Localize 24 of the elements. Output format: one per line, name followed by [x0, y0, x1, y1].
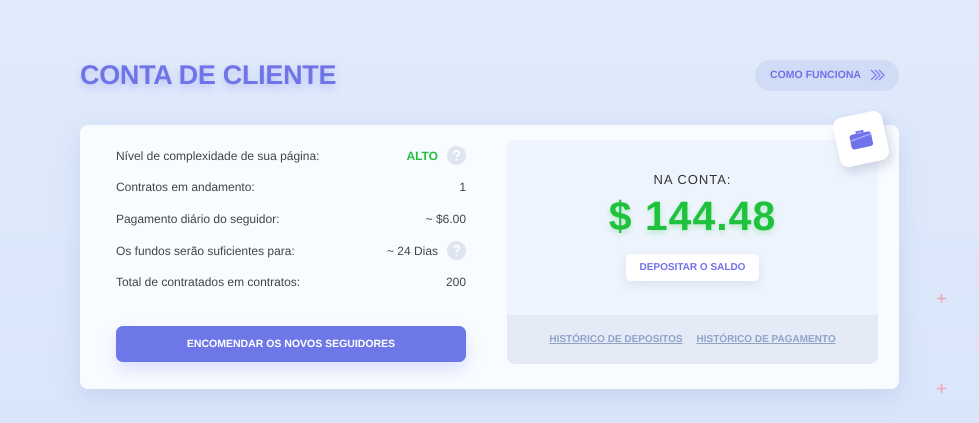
- stat-label: Os fundos serão suficientes para:: [116, 244, 296, 258]
- briefcase-icon: [848, 128, 874, 150]
- deposit-button[interactable]: DEPOSITAR O SALDO: [626, 254, 760, 281]
- balance-amount: $ 144.48: [608, 193, 776, 240]
- balance-caption: NA CONTA:: [653, 172, 732, 187]
- help-icon[interactable]: [447, 241, 466, 260]
- history-link[interactable]: HISTÓRICO DE DEPOSITOS: [549, 334, 683, 345]
- stat-label: Nível de complexidade de sua página:: [116, 148, 320, 163]
- stat-label: Pagamento diário do seguidor:: [116, 212, 280, 226]
- stat-value: ALTO: [406, 148, 438, 163]
- stat-value: ~ 24 Dias: [386, 244, 438, 258]
- stat-value: 200: [446, 275, 466, 290]
- stat-value: ~ $6.00: [426, 212, 466, 226]
- order-followers-button[interactable]: ENCOMENDAR OS NOVOS SEGUIDORES: [116, 326, 466, 362]
- stat-value: 1: [459, 180, 466, 194]
- chevrons-icon: [870, 69, 886, 81]
- help-icon[interactable]: [447, 146, 466, 166]
- page-title: CONTA DE CLIENTE: [80, 60, 336, 90]
- history-link[interactable]: HISTÓRICO DE PAGAMENTO: [696, 334, 836, 345]
- how-it-works-button[interactable]: COMO FUNCIONA: [755, 60, 899, 90]
- plus-icon: [937, 294, 946, 303]
- stat-label: Contratos em andamento:: [116, 180, 256, 194]
- plus-icon: [937, 384, 946, 393]
- stat-label: Total de contratados em contratos:: [116, 275, 302, 290]
